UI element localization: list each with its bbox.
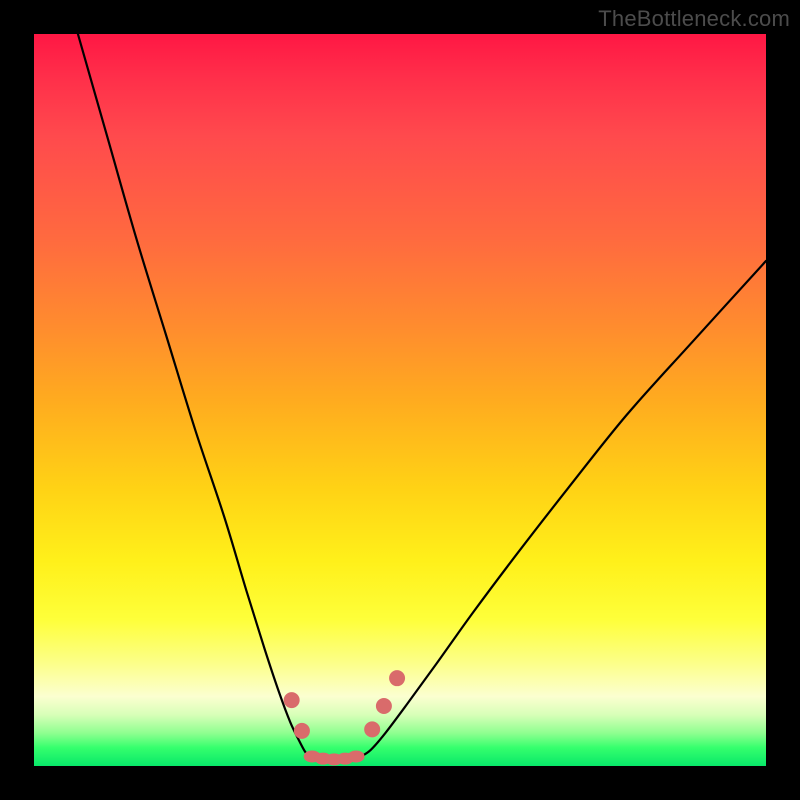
right-dot-mid bbox=[376, 698, 391, 713]
right-dot-upper bbox=[390, 671, 405, 686]
chart-frame: TheBottleneck.com bbox=[0, 0, 800, 800]
curve-layer bbox=[34, 34, 766, 766]
watermark-text: TheBottleneck.com bbox=[598, 6, 790, 32]
right-curve bbox=[360, 261, 766, 757]
marker-group bbox=[284, 671, 404, 765]
right-dot-lower bbox=[365, 722, 380, 737]
floor-dot-5 bbox=[348, 751, 364, 762]
left-curve bbox=[78, 34, 309, 757]
left-dot-lower bbox=[294, 723, 309, 738]
left-dot-upper bbox=[284, 693, 299, 708]
plot-area bbox=[34, 34, 766, 766]
